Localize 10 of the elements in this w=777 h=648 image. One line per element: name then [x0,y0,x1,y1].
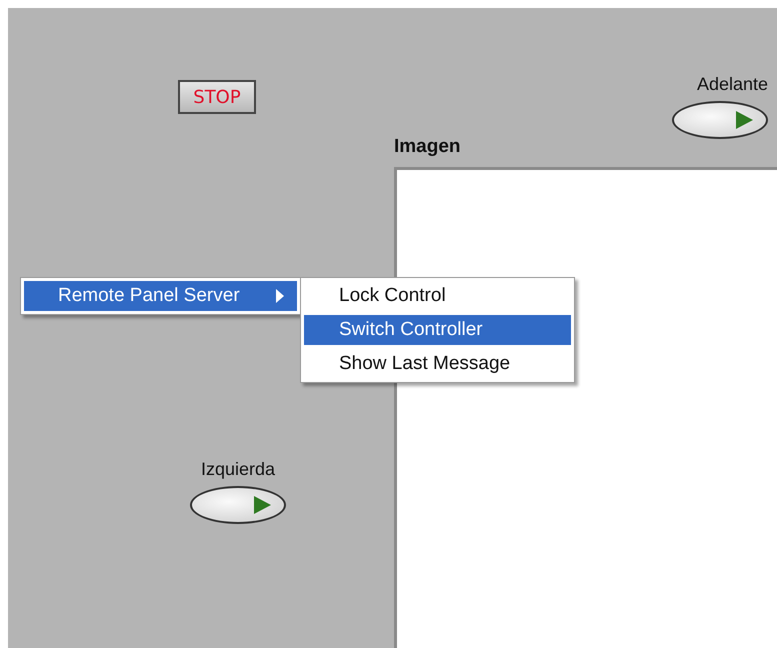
menu-item[interactable]: Switch Controller [304,315,571,345]
play-icon [252,495,272,515]
switch-label: Izquierda [200,459,276,480]
menu-item[interactable]: Show Last Message [304,349,571,379]
display-label: Imagen [394,136,461,158]
switch-label: Adelante [696,74,768,95]
menu-item[interactable]: Lock Control [304,281,571,311]
stop-button[interactable]: STOP [178,80,256,114]
menu-item[interactable]: Remote Panel Server [24,281,297,311]
play-icon [734,110,754,130]
